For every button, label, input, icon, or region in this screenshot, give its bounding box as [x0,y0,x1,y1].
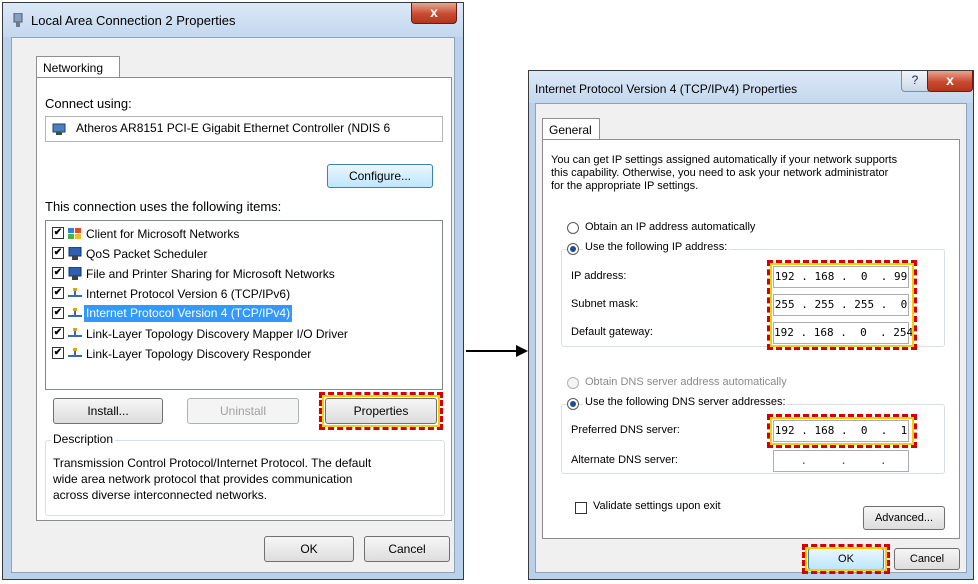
lan-dialog-title: Local Area Connection 2 Properties [31,13,236,28]
intro-line: for the appropriate IP settings. [551,180,699,192]
ipv4-dialog-body: General You can get IP settings assigned… [535,103,967,574]
ipv4-cancel-button[interactable]: Cancel [894,548,960,570]
list-item[interactable]: ✔ File and Printer Sharing for Microsoft… [50,265,430,283]
list-item[interactable]: ✔ Internet Protocol Version 6 (TCP/IPv6) [50,285,430,303]
obtain-dns-auto-label[interactable]: Obtain DNS server address automatically [585,376,787,388]
validate-label[interactable]: Validate settings upon exit [593,500,721,512]
adapter-field: Atheros AR8151 PCI-E Gigabit Ethernet Co… [45,116,443,142]
list-item[interactable]: ✔ Client for Microsoft Networks [50,225,430,243]
checkbox[interactable]: ✔ [52,247,64,259]
connect-using-label: Connect using: [45,96,132,111]
adapter-name: Atheros AR8151 PCI-E Gigabit Ethernet Co… [76,121,391,135]
checkbox[interactable]: ✔ [52,347,64,359]
ipv4-dialog-close-button[interactable]: x [927,71,973,92]
preferred-dns-field[interactable]: 192 . 168 . 0 . 1 [773,420,909,442]
configure-button[interactable]: Configure... [327,164,433,188]
subnet-mask-field[interactable]: 255 . 255 . 255 . 0 [773,294,909,316]
checkbox[interactable]: ✔ [52,287,64,299]
protocol-icon [68,287,82,300]
ip-address-label: IP address: [571,270,627,282]
use-following-dns-label[interactable]: Use the following DNS server addresses: [583,396,788,408]
list-item[interactable]: ✔ Link-Layer Topology Discovery Responde… [50,345,430,363]
list-item-label: Internet Protocol Version 6 (TCP/IPv6) [86,287,291,301]
protocol-icon [68,347,82,360]
tab-networking[interactable]: Networking [36,56,120,78]
ipv4-ok-button[interactable]: OK [808,548,884,570]
checkbox[interactable]: ✔ [52,327,64,339]
description-label: Description [51,432,116,446]
obtain-ip-auto-label[interactable]: Obtain an IP address automatically [585,221,755,233]
list-item-selected[interactable]: ✔ Internet Protocol Version 4 (TCP/IPv4) [50,305,430,323]
tab-networking-label: Networking [43,61,104,75]
description-line: Transmission Control Protocol/Internet P… [53,456,372,470]
subnet-mask-label: Subnet mask: [571,298,639,310]
list-item-label: Client for Microsoft Networks [86,227,240,241]
protocol-icon [68,327,82,340]
items-list: ✔ Client for Microsoft Networks ✔ QoS Pa… [45,220,443,390]
checkbox[interactable]: ✔ [52,227,64,239]
lan-dialog-titlebar[interactable]: Local Area Connection 2 Properties x [3,3,463,37]
network-client-icon [68,227,82,240]
use-following-ip-label[interactable]: Use the following IP address: [583,241,730,253]
network-service-icon [68,266,82,280]
obtain-ip-auto-radio[interactable] [567,222,579,234]
protocol-icon [68,307,82,320]
network-card-icon [52,122,68,139]
close-icon: x [430,4,438,20]
tab-general-label: General [549,123,592,137]
ip-address-field[interactable]: 192 . 168 . 0 . 99 [773,266,909,288]
network-service-icon [68,246,82,260]
install-button[interactable]: Install... [53,398,163,424]
list-item-label: File and Printer Sharing for Microsoft N… [86,267,335,281]
checkbox[interactable]: ✔ [52,267,64,279]
list-item-label: Internet Protocol Version 4 (TCP/IPv4) [84,305,293,322]
arrow-icon [466,344,528,358]
alternate-dns-field[interactable]: . . . [773,450,909,472]
list-item[interactable]: ✔ QoS Packet Scheduler [50,245,430,263]
uninstall-button[interactable]: Uninstall [187,398,299,424]
gateway-field[interactable]: 192 . 168 . 0 . 254 [773,322,913,344]
preferred-dns-label: Preferred DNS server: [571,424,680,436]
obtain-dns-auto-radio[interactable] [567,377,579,389]
gateway-label: Default gateway: [571,326,653,338]
lan-cancel-button[interactable]: Cancel [364,536,450,562]
description-line: wide area network protocol that provides… [53,472,353,486]
general-tab-panel: You can get IP settings assigned automat… [542,139,960,539]
ipv4-dialog-titlebar[interactable]: Internet Protocol Version 4 (TCP/IPv4) P… [529,71,973,103]
ipv4-dialog-title: Internet Protocol Version 4 (TCP/IPv4) P… [535,82,798,96]
lan-ok-button[interactable]: OK [264,536,354,562]
intro-line: this capability. Otherwise, you need to … [551,167,889,179]
lan-dialog-close-button[interactable]: x [411,3,457,24]
lan-dialog-body: Networking Connect using: Atheros AR8151… [11,37,455,573]
intro-line: You can get IP settings assigned automat… [551,154,898,166]
tab-general[interactable]: General [542,118,600,140]
items-label: This connection uses the following items… [45,199,282,214]
list-item-label: Link-Layer Topology Discovery Responder [86,347,312,361]
advanced-button[interactable]: Advanced... [863,506,945,530]
ipv4-properties-dialog: Internet Protocol Version 4 (TCP/IPv4) P… [528,70,974,580]
help-button[interactable]: ? [901,71,929,92]
validate-checkbox[interactable] [575,502,587,514]
network-adapter-icon [13,12,23,27]
use-following-dns-radio[interactable] [567,398,579,410]
close-icon: x [946,72,954,88]
alternate-dns-label: Alternate DNS server: [571,454,678,466]
description-line: across diverse interconnected networks. [53,488,268,502]
lan-properties-dialog: Local Area Connection 2 Properties x Net… [2,2,464,580]
properties-button[interactable]: Properties [325,398,437,424]
list-item[interactable]: ✔ Link-Layer Topology Discovery Mapper I… [50,325,430,343]
help-icon: ? [911,73,919,87]
networking-tab-panel: Connect using: Atheros AR8151 PCI-E Giga… [36,77,452,521]
list-item-label: Link-Layer Topology Discovery Mapper I/O… [86,327,348,341]
list-item-label: QoS Packet Scheduler [86,247,208,261]
checkbox[interactable]: ✔ [52,307,64,319]
use-following-ip-radio[interactable] [567,243,579,255]
